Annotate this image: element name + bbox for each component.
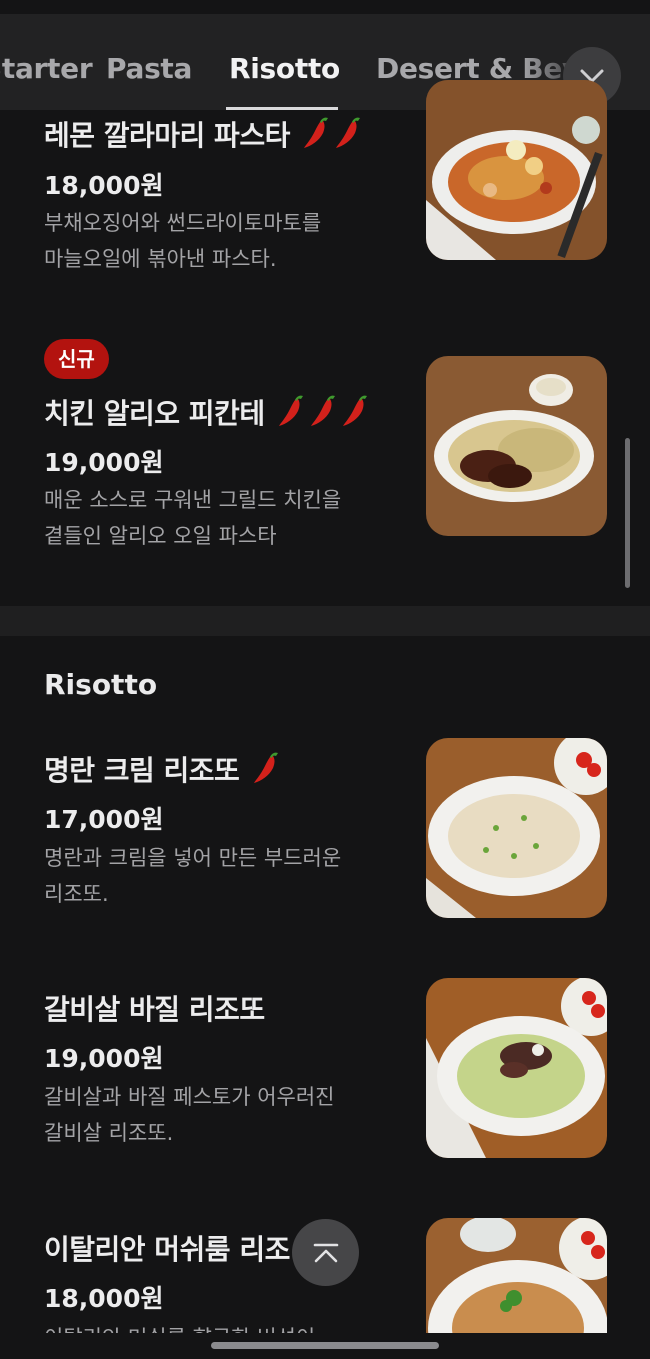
item-price: 19,000원 xyxy=(44,1044,164,1073)
section-title: Risotto xyxy=(44,668,158,701)
new-badge: 신규 xyxy=(44,339,109,379)
item-name: 치킨 알리오 피칸테 xyxy=(44,397,265,430)
tab-pasta[interactable]: Pasta xyxy=(106,52,192,85)
tab-starter[interactable]: Starter xyxy=(0,52,93,85)
item-price: 17,000원 xyxy=(44,805,164,834)
scroll-to-top-button[interactable] xyxy=(292,1219,359,1286)
item-photo xyxy=(426,356,607,536)
section-divider xyxy=(0,606,650,636)
item-name: 레몬 깔라마리 파스타 xyxy=(44,119,290,152)
item-description: 갈비살과 바질 페스토가 어우러진 갈비살 리조또. xyxy=(44,1085,335,1145)
item-name: 이탈리안 머쉬룸 리조 xyxy=(44,1233,290,1266)
chili-pepper-icon xyxy=(276,393,306,434)
menu-screen: Starter Pasta Risotto Desert & Beverage … xyxy=(0,0,650,1359)
tab-risotto[interactable]: Risotto xyxy=(229,52,340,85)
item-photo xyxy=(426,1218,607,1333)
item-price: 18,000원 xyxy=(44,171,164,200)
scrollbar-thumb[interactable] xyxy=(625,438,630,588)
item-photo xyxy=(426,978,607,1158)
item-price: 19,000원 xyxy=(44,448,164,477)
item-price: 18,000원 xyxy=(44,1284,164,1313)
arrow-up-to-top-icon xyxy=(313,1243,338,1262)
item-description: 명란과 크림을 넣어 만든 부드러운 리조또. xyxy=(44,846,342,906)
home-indicator[interactable] xyxy=(211,1342,439,1349)
item-description: 부채오징어와 썬드라이토마토를 마늘오일에 볶아낸 파스타. xyxy=(44,211,322,271)
item-photo xyxy=(426,80,607,260)
item-name: 명란 크림 리조또 xyxy=(44,754,240,787)
chili-pepper-icon xyxy=(308,393,338,434)
chili-pepper-icon xyxy=(251,750,281,791)
item-description: 매운 소스로 구워낸 그릴드 치킨을 곁들인 알리오 오일 파스타 xyxy=(44,488,342,548)
active-tab-indicator xyxy=(226,107,338,110)
chili-pepper-icon xyxy=(301,115,331,156)
chili-pepper-icon xyxy=(340,393,370,434)
item-name: 갈비살 바질 리조또 xyxy=(44,993,265,1026)
item-photo xyxy=(426,738,607,918)
chili-pepper-icon xyxy=(333,115,363,156)
